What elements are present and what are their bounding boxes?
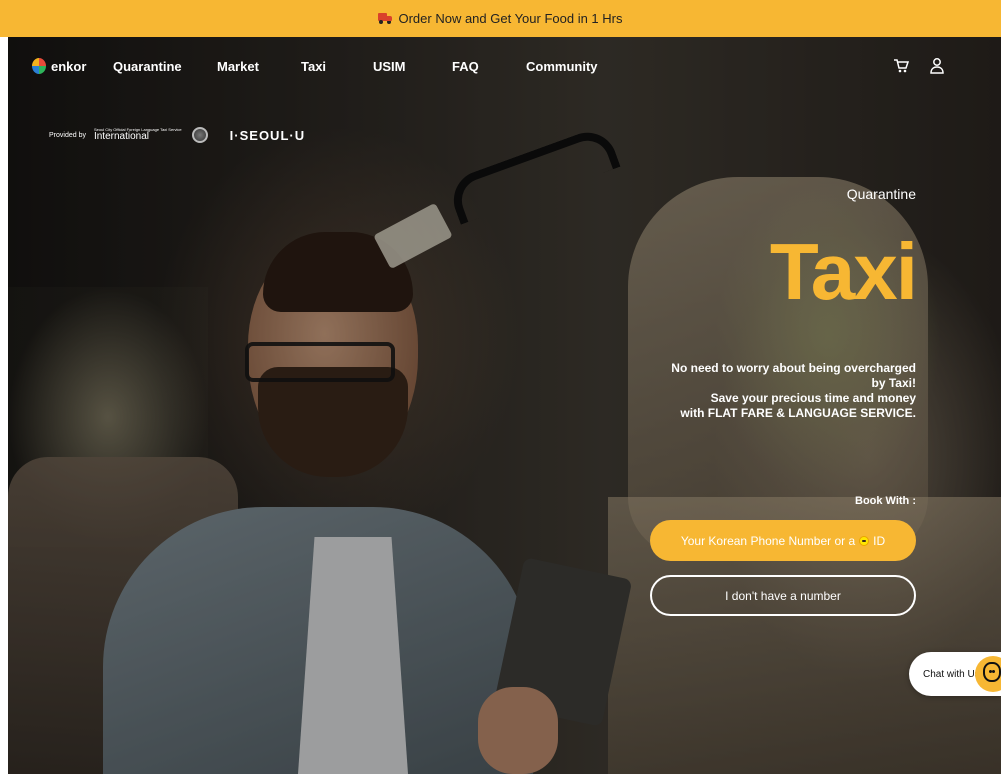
user-icon[interactable] xyxy=(930,57,944,74)
hero-description-line: Save your precious time and money xyxy=(710,391,916,405)
hero-headline: Taxi xyxy=(769,227,918,316)
delivery-truck-icon xyxy=(378,13,393,24)
nav-item-usim[interactable]: USIM xyxy=(373,59,406,74)
chat-widget[interactable]: Chat with Us xyxy=(909,652,1001,696)
cart-icon[interactable] xyxy=(893,58,909,74)
button-label: Your Korean Phone Number or a xyxy=(680,533,856,548)
hero-description: No need to worry about being overcharged… xyxy=(656,361,916,421)
nav-item-faq[interactable]: FAQ xyxy=(452,59,479,74)
partner-logos: Provided by Seoul City Official Foreign … xyxy=(49,127,305,143)
enkor-logo-mark-icon xyxy=(32,58,46,74)
nav-item-taxi[interactable]: Taxi xyxy=(301,59,326,74)
enkor-logo[interactable]: enkor xyxy=(32,58,86,74)
kakaotalk-icon xyxy=(859,535,870,546)
provided-by-text: Provided by xyxy=(49,131,86,139)
hero-description-line: No need to worry about being overcharged… xyxy=(671,361,916,390)
promo-banner[interactable]: Order Now and Get Your Food in 1 Hrs xyxy=(0,0,1001,37)
no-number-button[interactable]: I don't have a number xyxy=(650,575,916,616)
book-with-phone-or-kakao-button[interactable]: Your Korean Phone Number or a ID xyxy=(650,520,916,561)
button-label-suffix: ID xyxy=(873,533,886,548)
nav-item-quarantine[interactable]: Quarantine xyxy=(113,59,182,74)
international-logo-text: International xyxy=(93,131,150,142)
international-logo: Seoul City Official Foreign Language Tax… xyxy=(94,128,182,142)
hero-eyebrow: Quarantine xyxy=(846,186,916,202)
promo-text: Order Now and Get Your Food in 1 Hrs xyxy=(398,11,623,26)
chat-bot-icon[interactable] xyxy=(975,656,1001,692)
logo-text: enkor xyxy=(51,58,87,74)
chat-label: Chat with Us xyxy=(923,668,980,680)
iseoulu-logo: I·SEOUL·U xyxy=(229,127,306,143)
chat-face-icon xyxy=(983,662,1001,682)
nav-item-market[interactable]: Market xyxy=(217,59,259,74)
book-with-label: Book With : xyxy=(855,495,916,507)
nav-item-community[interactable]: Community xyxy=(526,59,598,74)
seoul-seal-icon xyxy=(191,127,208,143)
hero-description-line: with FLAT FARE & LANGUAGE SERVICE. xyxy=(680,406,916,420)
